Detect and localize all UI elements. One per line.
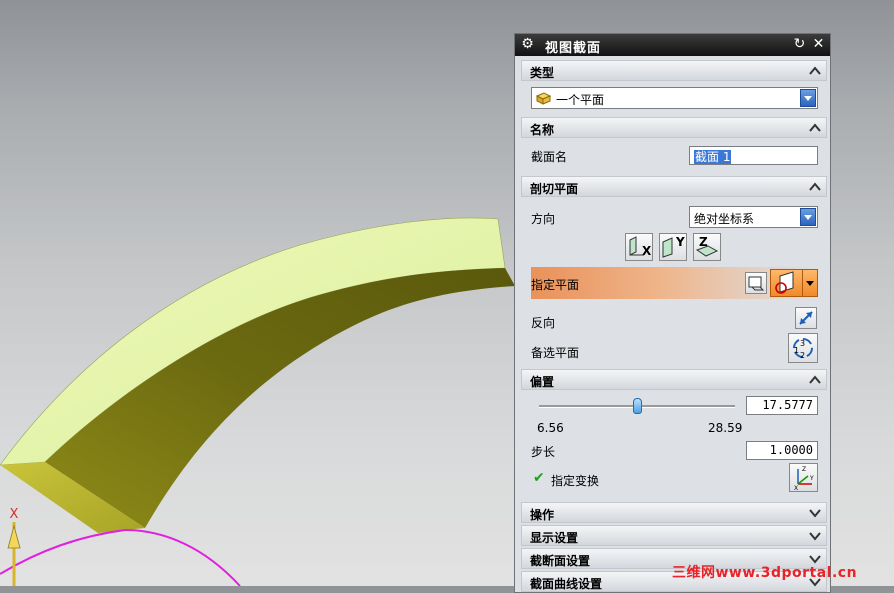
collapse-icon[interactable] [808,373,822,386]
slider-max-label: 28.59 [708,421,743,435]
dialog-title: 视图截面 [545,41,602,56]
svg-text:Z: Z [802,466,806,473]
plane-type-button[interactable] [770,269,818,297]
reverse-arrows-icon [799,311,813,325]
x-axis-plane-button[interactable]: X [625,233,653,261]
section-curve [0,528,241,587]
svg-text:2: 2 [800,351,805,360]
section-name-label: 截面名 [531,150,568,164]
step-value-input[interactable]: 1.0000 [746,441,818,460]
inferred-plane-icon [775,271,794,294]
collapse-icon[interactable] [808,180,822,193]
alternate-plane-button[interactable]: 312 [788,333,818,363]
site-watermark: 三维网www.3dportal.cn [672,565,858,581]
plane-type-icon [536,92,551,105]
offset-value-input[interactable]: 17.5777 [746,396,818,415]
offset-section-body: 17.5777 6.56 28.59 步长 1.0000 ✔ 指定变换 ZY X [521,390,827,502]
dropdown-arrow-icon[interactable] [800,89,816,107]
reverse-label: 反向 [531,316,556,330]
specify-transform-label: 指定变换 [551,474,600,488]
plane-dialog-icon [748,276,765,291]
type-section-body: 一个平面 [521,81,827,115]
reverse-direction-button[interactable] [795,307,817,329]
direction-label: 方向 [531,212,556,226]
step-label: 步长 [531,445,556,459]
slider-min-label: 6.56 [537,421,564,435]
y-axis-plane-button[interactable]: Y [659,233,687,261]
collapse-icon[interactable] [808,121,822,134]
offset-slider-thumb[interactable] [633,398,642,414]
x-axis-label: X [10,507,19,522]
cut-plane-section-body: 方向 绝对坐标系 X Y Z 指定平面 反向 备选平面 3 1 2 [521,197,827,363]
check-icon: ✔ [533,470,545,486]
csys-icon: ZY X [794,466,814,492]
display-settings-section-header[interactable]: 显示设置 [521,525,827,546]
gear-icon[interactable]: ⚙ [519,36,536,53]
dialog-titlebar: ⚙ 视图截面 ↻ ✕ [515,34,830,56]
collapse-icon[interactable] [808,64,822,77]
svg-text:3: 3 [800,339,805,348]
plane-type-dropdown-icon[interactable] [802,270,817,296]
svg-text:Y: Y [809,475,814,482]
svg-text:X: X [794,485,798,491]
expand-icon[interactable] [808,506,822,519]
view-section-dialog: ⚙ 视图截面 ↻ ✕ 类型 一个平面 名称 截面名 截面 1 剖切平面 方向 绝… [514,33,831,593]
expand-icon[interactable] [808,529,822,542]
reset-icon[interactable]: ↻ [791,36,808,53]
direction-dropdown[interactable]: 绝对坐标系 [689,206,818,228]
cycle-icon: 312 [793,338,813,360]
dropdown-arrow-icon[interactable] [800,208,816,226]
plane-dialog-button[interactable] [745,272,767,294]
cut-plane-section-header[interactable]: 剖切平面 [521,176,827,197]
specify-plane-row[interactable]: 指定平面 [531,267,818,299]
z-axis-plane-button[interactable]: Z [693,233,721,261]
type-dropdown[interactable]: 一个平面 [531,87,818,109]
svg-text:1: 1 [794,346,799,355]
offset-section-header[interactable]: 偏置 [521,369,827,390]
transform-button[interactable]: ZY X [789,463,818,492]
name-section-body: 截面名 截面 1 [521,138,827,174]
section-name-input[interactable]: 截面 1 [689,146,818,165]
name-section-header[interactable]: 名称 [521,117,827,138]
operation-section-header[interactable]: 操作 [521,502,827,523]
type-section-header[interactable]: 类型 [521,60,827,81]
alternate-plane-label: 备选平面 [531,346,580,360]
close-icon[interactable]: ✕ [810,36,827,53]
